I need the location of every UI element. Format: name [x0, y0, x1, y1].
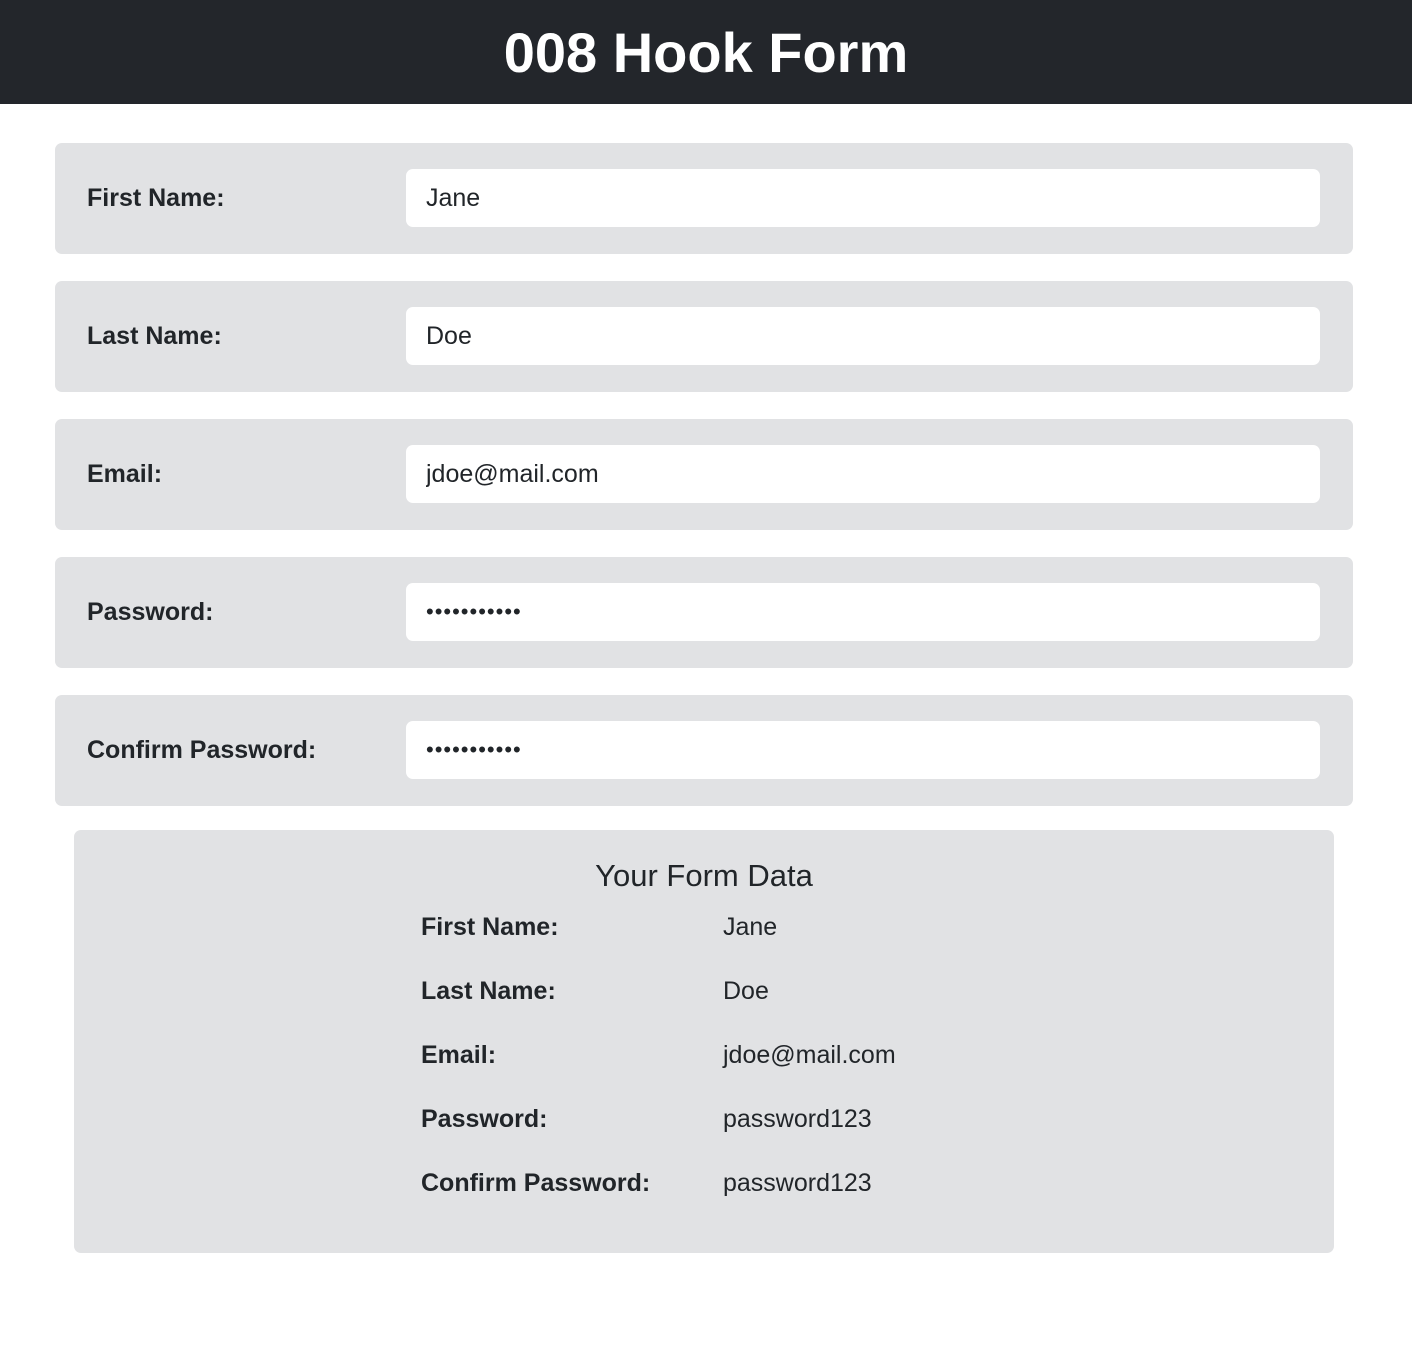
- page-title: 008 Hook Form: [503, 20, 909, 84]
- first-name-label: First Name:: [87, 184, 225, 212]
- summary-label: Email:: [421, 1041, 497, 1069]
- confirm-password-label: Confirm Password:: [87, 736, 317, 764]
- summary-label: Last Name:: [421, 977, 556, 1005]
- password-label: Password:: [87, 598, 214, 626]
- last-name-label: Last Name:: [87, 322, 222, 350]
- form-row-email: Email:: [55, 419, 1353, 530]
- summary-value: password123: [723, 1105, 872, 1133]
- form-data-summary: Your Form Data First Name: Jane Last Nam…: [74, 830, 1334, 1253]
- app-header: 008 Hook Form: [0, 0, 1412, 104]
- hook-form: First Name: Last Name: Email: Password: …: [55, 143, 1353, 833]
- form-row-confirm-password: Confirm Password:: [55, 695, 1353, 806]
- confirm-password-input[interactable]: [406, 721, 1320, 779]
- summary-value: password123: [723, 1169, 872, 1197]
- form-row-first-name: First Name:: [55, 143, 1353, 254]
- summary-label: Confirm Password:: [421, 1169, 651, 1197]
- summary-title: Your Form Data: [595, 858, 813, 893]
- summary-value: jdoe@mail.com: [723, 1041, 896, 1069]
- summary-value: Doe: [723, 977, 769, 1005]
- email-input[interactable]: [406, 445, 1320, 503]
- summary-label: First Name:: [421, 913, 559, 941]
- first-name-input[interactable]: [406, 169, 1320, 227]
- form-row-password: Password:: [55, 557, 1353, 668]
- form-row-last-name: Last Name:: [55, 281, 1353, 392]
- password-input[interactable]: [406, 583, 1320, 641]
- email-label: Email:: [87, 460, 163, 488]
- last-name-input[interactable]: [406, 307, 1320, 365]
- summary-value: Jane: [723, 913, 778, 941]
- summary-label: Password:: [421, 1105, 548, 1133]
